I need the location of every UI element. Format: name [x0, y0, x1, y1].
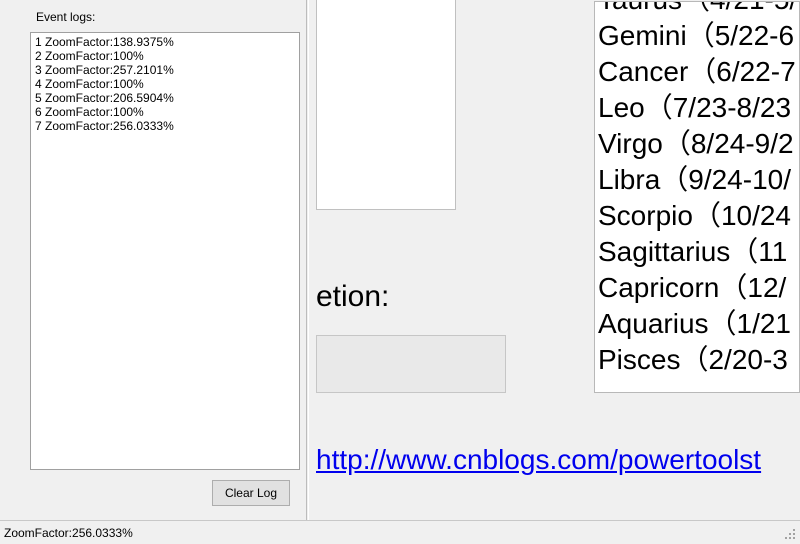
- blog-link[interactable]: http://www.cnblogs.com/powertoolst: [316, 444, 761, 476]
- status-bar: ZoomFactor:256.0333%: [0, 520, 800, 544]
- main-area: Event logs: 1 ZoomFactor:138.9375% 2 Zoo…: [0, 0, 800, 520]
- zodiac-row[interactable]: Sagittarius（11: [595, 234, 799, 270]
- app-window: Event logs: 1 ZoomFactor:138.9375% 2 Zoo…: [0, 0, 800, 544]
- right-panel: etion: Taurus（4/21-5/Gemini（5/22-6Cancer…: [309, 0, 800, 520]
- status-text: ZoomFactor:256.0333%: [4, 526, 782, 540]
- zodiac-row[interactable]: Aquarius（1/21: [595, 306, 799, 342]
- event-logs-label: Event logs:: [36, 10, 300, 24]
- zodiac-row[interactable]: Gemini（5/22-6: [595, 18, 799, 54]
- zodiac-row[interactable]: Libra（9/24-10/: [595, 162, 799, 198]
- zodiac-row[interactable]: Leo（7/23-8/23: [595, 90, 799, 126]
- clipped-button[interactable]: [316, 335, 506, 393]
- resize-grip-icon[interactable]: [782, 526, 796, 540]
- zodiac-row[interactable]: Virgo（8/24-9/2: [595, 126, 799, 162]
- zodiac-row[interactable]: Scorpio（10/24: [595, 198, 799, 234]
- event-log-listbox[interactable]: 1 ZoomFactor:138.9375% 2 ZoomFactor:100%…: [30, 32, 300, 470]
- zodiac-row[interactable]: Cancer（6/22-7: [595, 54, 799, 90]
- zodiac-row[interactable]: Taurus（4/21-5/: [595, 1, 799, 18]
- left-panel: Event logs: 1 ZoomFactor:138.9375% 2 Zoo…: [0, 0, 306, 520]
- zodiac-row[interactable]: Pisces（2/20-3: [595, 342, 799, 378]
- zodiac-listbox[interactable]: Taurus（4/21-5/Gemini（5/22-6Cancer（6/22-7…: [594, 1, 800, 393]
- zodiac-row[interactable]: Capricorn（12/: [595, 270, 799, 306]
- partial-label: etion:: [316, 280, 389, 314]
- clipped-listbox[interactable]: [316, 0, 456, 210]
- clear-log-button[interactable]: Clear Log: [212, 480, 290, 506]
